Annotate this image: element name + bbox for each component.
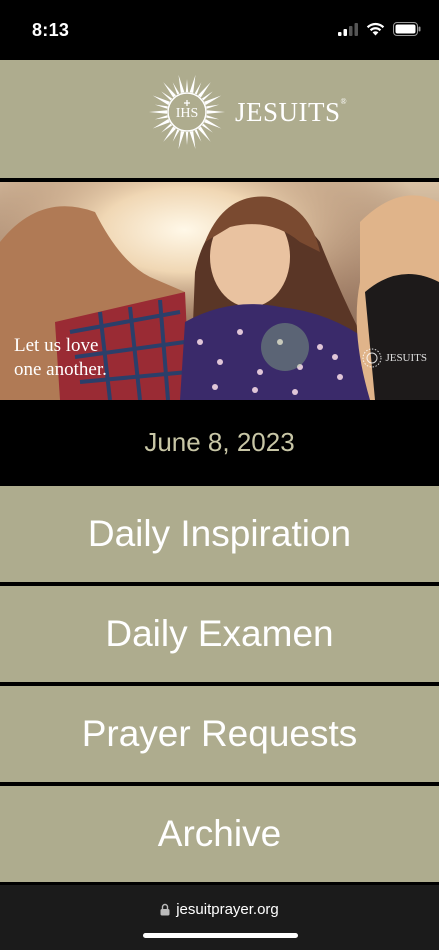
browser-url-bar[interactable]: jesuitprayer.org (0, 885, 439, 950)
jesuits-logo[interactable]: IHS JESUITS® (145, 70, 347, 154)
signal-icon (338, 22, 358, 36)
sunburst-watermark-icon (362, 348, 382, 368)
home-indicator[interactable] (143, 933, 298, 938)
hero-caption-line1: Let us love (14, 335, 99, 356)
hero-caption: Let us love one another. (14, 334, 107, 382)
hero-banner[interactable]: Let us love one another. JESUITS (0, 182, 439, 400)
status-icons (338, 22, 421, 36)
lock-icon (160, 903, 170, 916)
hero-watermark: JESUITS (362, 348, 427, 368)
url-text: jesuitprayer.org (176, 901, 279, 918)
battery-icon (393, 22, 421, 36)
archive-label: Archive (157, 813, 282, 854)
status-bar: 8:13 (0, 0, 439, 60)
sunburst-logo-icon: IHS (149, 74, 225, 150)
date-bar: June 8, 2023 (0, 400, 439, 484)
status-time: 8:13 (32, 20, 70, 40)
archive-button[interactable]: Archive (0, 786, 439, 882)
url-display[interactable]: jesuitprayer.org (0, 901, 439, 918)
daily-examen-button[interactable]: Daily Examen (0, 586, 439, 682)
daily-inspiration-button[interactable]: Daily Inspiration (0, 486, 439, 582)
hero-caption-line2: one another. (14, 359, 107, 380)
hero-watermark-text: JESUITS (385, 352, 427, 364)
logo-text: JESUITS (235, 96, 341, 127)
prayer-requests-label: Prayer Requests (81, 713, 358, 754)
daily-inspiration-label: Daily Inspiration (87, 513, 352, 554)
prayer-requests-button[interactable]: Prayer Requests (0, 686, 439, 782)
date-text: June 8, 2023 (144, 426, 295, 457)
daily-examen-label: Daily Examen (105, 613, 334, 654)
header: IHS JESUITS® (0, 60, 439, 178)
logo-mark: IHS (176, 106, 199, 121)
wifi-icon (366, 22, 385, 36)
